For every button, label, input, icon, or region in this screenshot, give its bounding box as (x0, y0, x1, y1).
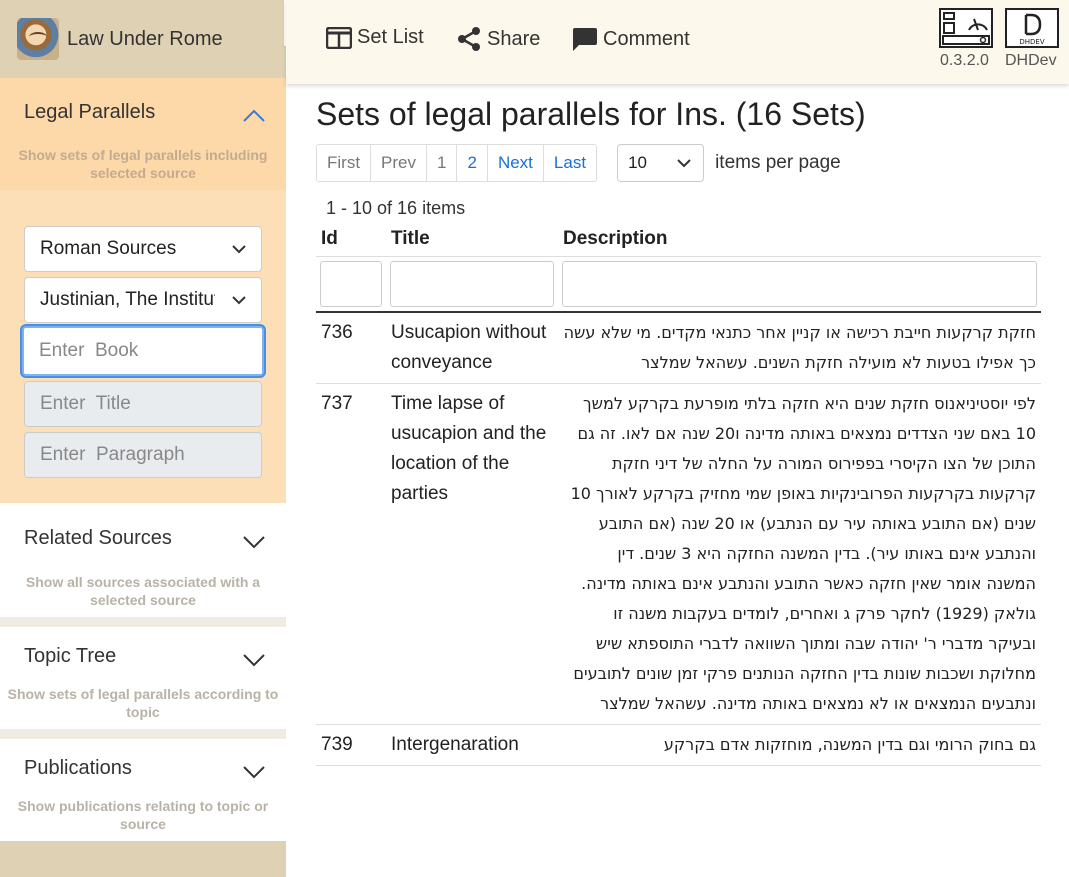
app-logo-icon (939, 8, 993, 48)
page-title: Sets of legal parallels for Ins. (16 Set… (316, 96, 866, 132)
items-per-page-select[interactable]: 10 (617, 144, 705, 182)
set-list-label: Set List (357, 26, 424, 48)
comment-button[interactable]: Comment (570, 26, 690, 52)
row-id: 736 (316, 311, 386, 384)
related-sources-title: Related Sources (24, 526, 172, 549)
share-button[interactable]: Share (456, 26, 540, 52)
source-filters: Roman Sources Justinian, The Institutes (0, 190, 286, 503)
publications-title: Publications (24, 756, 132, 779)
work-value: Justinian, The Institutes (40, 289, 215, 310)
legal-parallels-description: Show sets of legal parallels including s… (18, 147, 268, 181)
description-filter-input[interactable] (562, 260, 1037, 307)
legal-parallels-title: Legal Parallels (24, 100, 156, 123)
next-page-button[interactable]: Next (487, 145, 544, 181)
publications-panel: Publications Show publications relating … (0, 739, 286, 841)
dhdev-logo-text: DHDEV (1019, 38, 1044, 46)
brand[interactable]: Law Under Rome (0, 0, 286, 78)
title-filter-input[interactable] (390, 260, 554, 307)
dhdev-link[interactable]: DHDev (1005, 52, 1057, 70)
source-type-value: Roman Sources (40, 238, 177, 259)
book-input[interactable] (22, 326, 264, 376)
table-row[interactable]: 737 Time lapse of usucapion and the loca… (316, 383, 1041, 725)
row-id: 739 (316, 724, 386, 766)
chevron-down-icon[interactable] (242, 650, 265, 667)
dhdev-logo-icon: DHDEV (1005, 8, 1059, 48)
id-filter-input[interactable] (320, 260, 382, 307)
items-per-page-label: items per page (715, 152, 841, 173)
page-2-button[interactable]: 2 (457, 145, 488, 181)
page-1-button[interactable]: 1 (427, 145, 458, 181)
legal-parallels-header[interactable]: Legal Parallels (0, 78, 286, 146)
share-icon (458, 27, 480, 51)
first-page-button[interactable]: First (317, 145, 372, 181)
chevron-down-icon (677, 158, 691, 167)
comment-icon (573, 28, 597, 51)
legal-parallels-panel: Legal Parallels Show sets of legal paral… (0, 78, 286, 190)
last-page-button[interactable]: Last (543, 145, 597, 181)
share-label: Share (487, 27, 541, 50)
brand-name: Law Under Rome (67, 27, 223, 50)
table-row[interactable]: 736 Usucapion without conveyance חזקת קר… (316, 311, 1041, 384)
topic-tree-panel: Topic Tree Show sets of legal parallels … (0, 627, 286, 739)
row-id: 737 (316, 383, 386, 725)
chevron-up-icon[interactable] (242, 106, 265, 122)
chevron-down-icon[interactable] (242, 532, 265, 549)
related-sources-panel: Related Sources Show all sources associa… (0, 503, 286, 627)
chevron-down-icon (232, 289, 246, 311)
table-row[interactable]: 739 Intergenaration גם בחוק הרומי וגם בד… (316, 724, 1041, 766)
items-per-page-value: 10 (628, 153, 647, 172)
main-content: Sets of legal parallels for Ins. (16 Set… (316, 84, 1046, 766)
pagination-row: First Prev 1 2 Next Last 10 items per pa… (316, 144, 1046, 182)
chevron-down-icon[interactable] (242, 762, 265, 779)
title-input[interactable] (24, 381, 262, 427)
set-list-button[interactable]: Set List (326, 26, 424, 49)
item-count: 1 - 10 of 16 items (326, 198, 466, 218)
pagination: First Prev 1 2 Next Last (316, 144, 598, 182)
brand-logo (17, 18, 59, 60)
columns-icon (326, 26, 352, 49)
paragraph-input[interactable] (24, 432, 262, 478)
related-sources-description: Show all sources associated with a selec… (25, 574, 261, 608)
results-table: Id Title Description 736 Usucapion witho… (316, 222, 1041, 766)
prev-page-button[interactable]: Prev (371, 145, 428, 181)
work-select[interactable]: Justinian, The Institutes (24, 277, 262, 323)
row-description: גם בחוק הרומי וגם בדין המשנה, מוחזקות אד… (558, 724, 1041, 766)
sidebar-footer (0, 841, 286, 877)
column-header-description[interactable]: Description (558, 222, 1041, 256)
topic-tree-header[interactable]: Topic Tree (0, 627, 286, 685)
filter-row (316, 255, 1041, 313)
topic-tree-description: Show sets of legal parallels according t… (7, 686, 279, 720)
publications-header[interactable]: Publications (0, 739, 286, 797)
row-description: חזקת קרקעות חייבת רכישה או קניין אחר כתנ… (558, 311, 1041, 384)
comment-label: Comment (603, 27, 690, 50)
row-title: Time lapse of usucapion and the location… (386, 383, 558, 725)
source-type-select[interactable]: Roman Sources (24, 226, 262, 272)
row-title: Usucapion without conveyance (386, 311, 558, 384)
column-header-title[interactable]: Title (386, 222, 558, 256)
chevron-down-icon (232, 238, 246, 260)
topic-tree-title: Topic Tree (24, 644, 117, 667)
toolbar: Set List Share Comment DHDEV 0.3.2.0 DHD… (286, 0, 1069, 84)
publications-description: Show publications relating to topic or s… (17, 798, 269, 832)
sidebar: Law Under Rome Legal Parallels Show sets… (0, 0, 286, 877)
column-header-id[interactable]: Id (316, 222, 386, 256)
version-label: 0.3.2.0 (940, 52, 989, 69)
row-description: לפי יוסטיניאנוס חזקת שנים היא חזקה בלתי … (558, 383, 1041, 725)
row-title: Intergenaration (386, 724, 558, 766)
related-sources-header[interactable]: Related Sources (0, 503, 286, 573)
